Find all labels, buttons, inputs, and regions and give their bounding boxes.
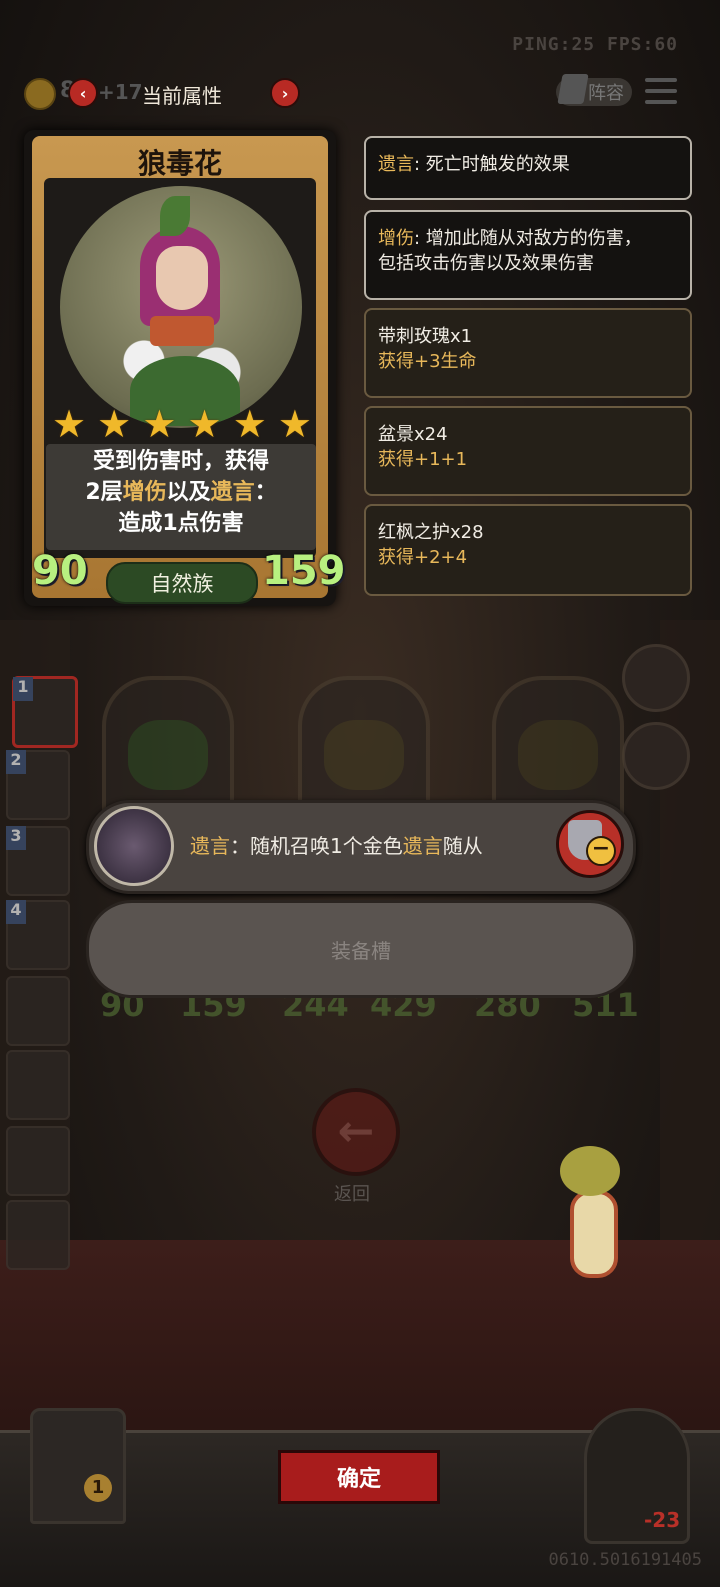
menu-icon[interactable]	[645, 78, 677, 104]
attack-value: 90	[32, 548, 88, 594]
attribute-title: 当前属性	[142, 84, 222, 108]
sidebar-player-2[interactable]: 2	[6, 750, 70, 820]
snake-hero-avatar	[540, 1140, 650, 1280]
keyword-panel-dmgup: 增伤: 增加此随从对敌方的伤害， 包括攻击伤害以及效果伤害	[364, 210, 692, 300]
rank-number: 1	[13, 677, 33, 701]
desc-line-1: 受到伤害时，获得	[92, 449, 269, 474]
face-art	[156, 246, 208, 310]
side-item-icon[interactable]	[622, 644, 690, 712]
confirm-button[interactable]: 确定	[278, 1450, 440, 1504]
rank-number: 2	[6, 750, 26, 774]
health-value: 159	[262, 548, 346, 594]
item-panel: 盆景x24 获得+1+1	[364, 406, 692, 496]
item-name: 盆景x24	[378, 424, 448, 445]
item-effect: 获得+2+4	[378, 547, 468, 568]
star-icon: ★	[52, 402, 87, 446]
star-icon: ★	[142, 402, 177, 446]
keyword-panel-deathrattle: 遗言: 死亡时触发的效果	[364, 136, 692, 200]
minus-icon: −	[586, 836, 616, 866]
prev-arrow-button[interactable]: ‹	[68, 78, 98, 108]
keyword-dmgup: 增伤	[122, 480, 167, 505]
treasure-chest-icon[interactable]	[30, 1408, 126, 1524]
lineup-label: 阵容	[588, 83, 624, 104]
item-name: 带刺玫瑰x1	[378, 326, 473, 347]
desc-line-2: 2层增伤以及遗言：	[85, 480, 277, 505]
sidebar-player-5[interactable]	[6, 976, 70, 1046]
equipment-description: 遗言：随机召唤1个金色遗言随从	[190, 834, 483, 858]
top-art	[150, 316, 214, 346]
back-button[interactable]: ←	[312, 1088, 400, 1176]
tribe-badge: 自然族	[106, 562, 258, 604]
gold-income: +17	[98, 80, 143, 104]
card-name: 狼毒花	[137, 147, 222, 180]
cactus-monster	[128, 720, 208, 790]
desc-line-3: 造成1点伤害	[118, 511, 244, 536]
item-name: 红枫之护x28	[378, 522, 484, 543]
sidebar-player-7[interactable]	[6, 1126, 70, 1196]
chest-count: 1	[84, 1474, 112, 1502]
gold-coin-icon	[24, 78, 56, 110]
keyword-name: 遗言	[378, 154, 414, 175]
card-description: 受到伤害时，获得 2层增伤以及遗言： 造成1点伤害	[46, 444, 316, 550]
build-id: 0610.5016191405	[548, 1550, 702, 1570]
equipment-slot[interactable]: 装备槽	[86, 900, 636, 998]
next-arrow-button[interactable]: ›	[270, 78, 300, 108]
star-icon: ★	[277, 402, 312, 446]
rose-item-icon[interactable]	[622, 722, 690, 790]
pumpkin-monster	[518, 720, 598, 790]
lineup-card-icon	[557, 74, 589, 104]
rank-number: 3	[6, 826, 26, 850]
keyword-name: 增伤	[378, 228, 414, 249]
star-icon: ★	[232, 402, 267, 446]
opponent-hp: -23	[644, 1508, 681, 1532]
item-panel: 带刺玫瑰x1 获得+3生命	[364, 308, 692, 398]
keyword-text-2: 包括攻击伤害以及效果伤害	[378, 253, 594, 274]
sidebar-player-4[interactable]: 4	[6, 900, 70, 970]
keyword-deathrattle: 遗言	[190, 834, 230, 858]
minion-portrait	[60, 186, 302, 428]
star-icon: ★	[187, 402, 222, 446]
star-icon: ★	[97, 402, 132, 446]
leaf-art	[160, 196, 190, 236]
sidebar-player-3[interactable]: 3	[6, 826, 70, 896]
keyword-text: : 死亡时触发的效果	[414, 154, 570, 175]
item-effect: 获得+3生命	[378, 351, 477, 372]
ping-fps-readout: PING:25 FPS:60	[512, 34, 678, 55]
rank-number: 4	[6, 900, 26, 924]
keyword-deathrattle: 遗言	[210, 480, 255, 505]
item-effect: 获得+1+1	[378, 449, 468, 470]
sidebar-player-1[interactable]: 1	[12, 676, 78, 748]
sidebar-player-6[interactable]	[6, 1050, 70, 1120]
star-rating: ★ ★ ★ ★ ★ ★	[52, 404, 312, 444]
back-label: 返回	[334, 1184, 370, 1205]
equipment-statue-icon	[94, 806, 174, 886]
keyword-text: : 增加此随从对敌方的伤害，	[414, 228, 642, 249]
pumpkin-monster	[324, 720, 404, 790]
item-panel: 红枫之护x28 获得+2+4	[364, 504, 692, 596]
sidebar-player-8[interactable]	[6, 1200, 70, 1270]
